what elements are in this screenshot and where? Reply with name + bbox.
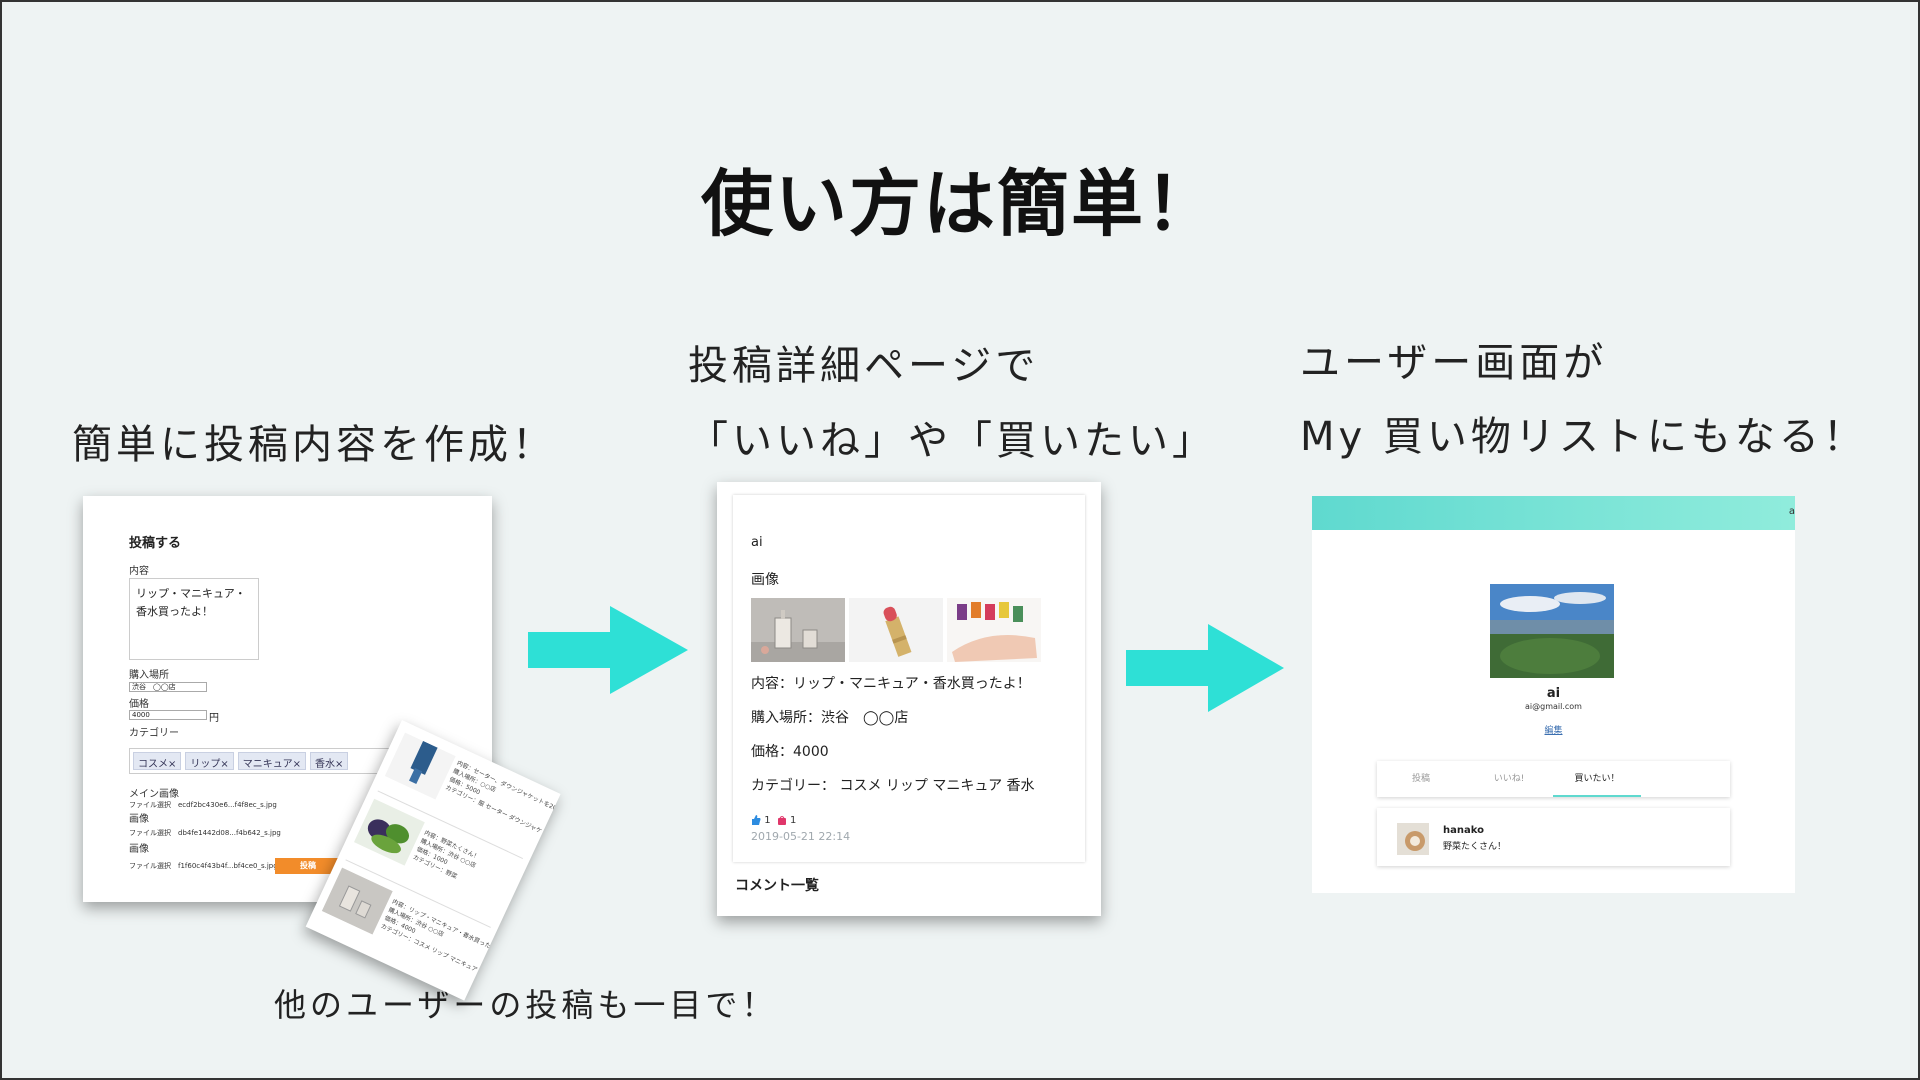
- perfume-photo: [751, 598, 845, 662]
- place-label: 購入場所: [129, 670, 169, 681]
- post-detail-panel: ai 画像 内容：リップ・マニキュア・香水買ったよ！ 購入場所：渋谷 ◯◯店 価…: [733, 495, 1085, 862]
- tag-chip[interactable]: 香水×: [309, 752, 349, 770]
- nail-polish-photo: [947, 598, 1041, 662]
- form-heading: 投稿する: [129, 536, 182, 551]
- tag-chip[interactable]: コスメ×: [133, 752, 182, 770]
- tag-chip[interactable]: マニキュア×: [237, 752, 306, 770]
- caption-step1: 簡単に投稿内容を作成！: [72, 422, 556, 468]
- slide-title: 使い方は簡単！: [700, 162, 1219, 246]
- user-page-screenshot: a ai ai@gmail.com 編集 投稿 いいね! 買いたい！ hanak…: [1312, 496, 1795, 893]
- caption-step2-line1: 投稿詳細ページで: [688, 343, 1040, 389]
- image-label: 画像: [751, 572, 779, 588]
- arrow-right-icon: [528, 606, 688, 694]
- list-item-text: 野菜たくさん！: [1443, 842, 1507, 852]
- edit-profile-link[interactable]: 編集: [1312, 723, 1795, 736]
- comments-heading: コメント一覧: [735, 878, 819, 894]
- lipstick-photo: [849, 598, 943, 662]
- place-input[interactable]: 渋谷 ◯◯店: [129, 682, 207, 692]
- file-select-2[interactable]: ファイル選択 db4fe1442d08...f4b642_s.jpg: [129, 828, 281, 838]
- arrow-right-icon: [1126, 624, 1284, 712]
- category-label: カテゴリー: [129, 728, 179, 739]
- shopping-bag-icon[interactable]: [777, 815, 787, 825]
- post-detail-screenshot: ai 画像 内容：リップ・マニキュア・香水買ったよ！ 購入場所：渋谷 ◯◯店 価…: [717, 482, 1101, 916]
- tab-want-to-buy[interactable]: 買いたい！: [1553, 761, 1641, 797]
- profile-photo: [1490, 584, 1614, 678]
- yen-label: 円: [209, 713, 219, 724]
- price-label: 価格: [129, 699, 149, 710]
- main-image-label: メイン画像: [129, 789, 179, 800]
- profile-name: ai: [1546, 686, 1561, 701]
- list-item[interactable]: hanako 野菜たくさん！: [1377, 808, 1730, 866]
- caption-step3-line1: ユーザー画面が: [1300, 340, 1608, 386]
- caption-feed-note: 他のユーザーの投稿も一目で！: [274, 986, 778, 1024]
- content-label: 内容: [129, 566, 149, 577]
- post-price: 価格：4000: [751, 744, 829, 760]
- want-count: 1: [789, 815, 797, 826]
- caption-step3-line2: My 買い物リストにもなる！: [1300, 414, 1867, 460]
- profile-tabs: 投稿 いいね! 買いたい！: [1377, 761, 1730, 797]
- caption-step2-line2: 「いいね」や「買いたい」: [688, 418, 1216, 464]
- file-select-3[interactable]: ファイル選択 f1f60c4f43b4f...bf4ce0_s.jpg: [129, 861, 278, 871]
- price-input[interactable]: 4000: [129, 710, 207, 720]
- file-select-1[interactable]: ファイル選択 ecdf2bc430e6...f4f8ec_s.jpg: [129, 800, 277, 810]
- tab-likes[interactable]: いいね!: [1465, 761, 1553, 797]
- post-category: カテゴリー： コスメ リップ マニキュア 香水: [751, 778, 1035, 794]
- post-user-name[interactable]: ai: [751, 535, 763, 550]
- thumbs-up-icon[interactable]: [751, 815, 761, 825]
- avatar: [1397, 823, 1429, 855]
- tab-posts[interactable]: 投稿: [1377, 761, 1465, 797]
- post-place: 購入場所：渋谷 ◯◯店: [751, 710, 909, 726]
- header-menu-text[interactable]: a: [1789, 506, 1795, 517]
- app-header: a: [1312, 496, 1795, 530]
- list-item-user: hanako: [1443, 825, 1484, 836]
- image-label-1: 画像: [129, 814, 149, 825]
- like-count: 1: [764, 815, 771, 826]
- reaction-counts: 1 1: [751, 815, 796, 826]
- profile-email: ai@gmail.com: [1525, 702, 1582, 711]
- post-content: 内容：リップ・マニキュア・香水買ったよ！: [751, 676, 1031, 692]
- post-date: 2019-05-21 22:14: [751, 830, 851, 843]
- content-textarea[interactable]: リップ・マニキュア・香水買ったよ！: [129, 578, 259, 660]
- tag-chip[interactable]: リップ×: [185, 752, 234, 770]
- image-label-2: 画像: [129, 844, 149, 855]
